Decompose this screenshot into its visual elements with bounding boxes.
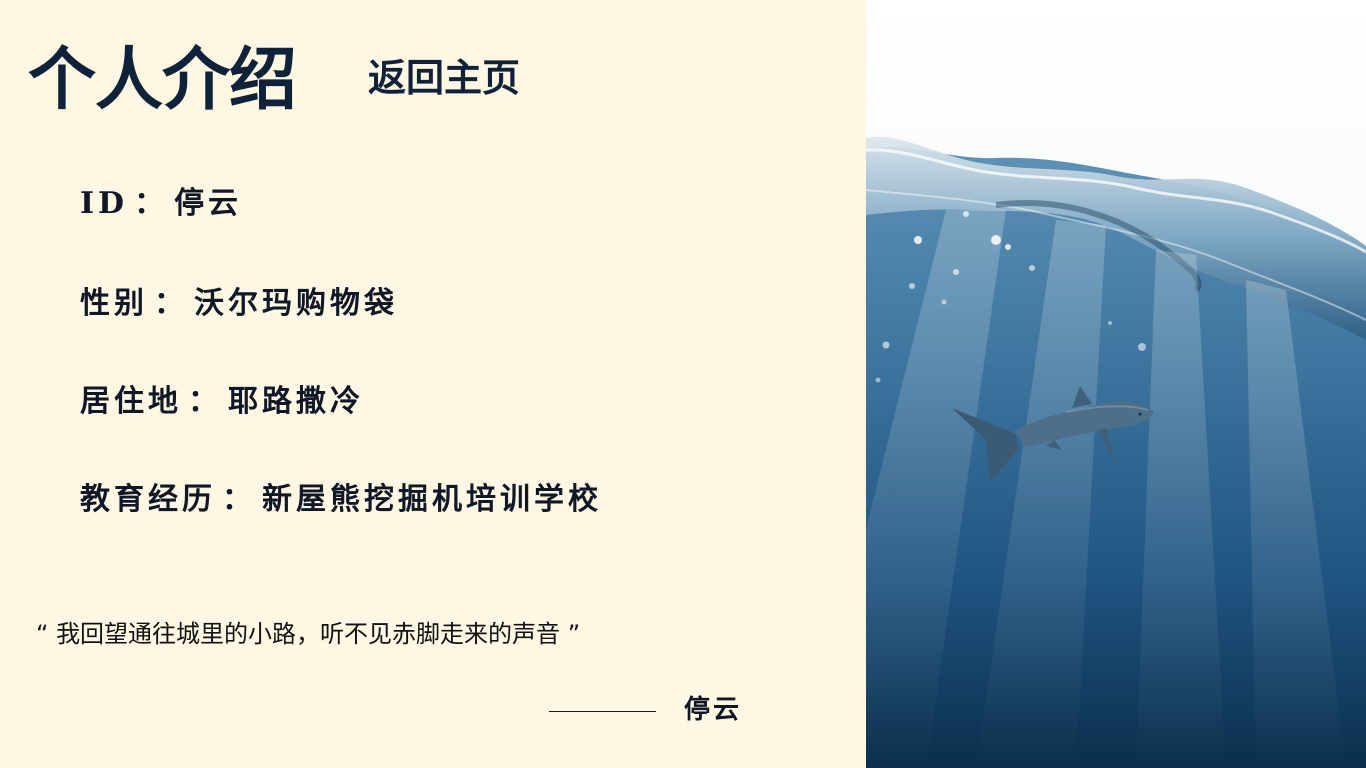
profile-label-gender: 性别 [80,286,148,321]
quote-author: 停云 [684,695,743,725]
page: 个人介绍 返回主页 ID：停云 性别：沃尔玛购物袋 居住地：耶路撒冷 教育经历：… [0,0,1366,768]
shark-photo-svg [866,0,1366,768]
profile-separator: ： [222,482,256,517]
intro-panel: 个人介绍 返回主页 ID：停云 性别：沃尔玛购物袋 居住地：耶路撒冷 教育经历：… [0,0,866,768]
page-title: 个人介绍 [28,40,297,120]
profile-separator: ： [134,186,169,221]
profile-value-residence: 耶路撒冷 [228,384,364,419]
shark-underwater-photo [866,0,1366,768]
profile-row-gender: 性别：沃尔玛购物袋 [80,282,398,326]
profile-row-id: ID：停云 [80,182,242,226]
profile-row-residence: 居住地：耶路撒冷 [80,380,364,424]
profile-value-gender: 沃尔玛购物袋 [194,286,398,321]
profile-label-residence: 居住地 [80,384,182,419]
profile-value-id: 停云 [174,186,243,221]
profile-row-education: 教育经历：新屋熊挖掘机培训学校 [80,478,602,522]
profile-label-id: ID [80,186,129,221]
signature-divider [549,711,656,712]
profile-value-education: 新屋熊挖掘机培训学校 [262,482,602,517]
profile-label-education: 教育经历 [80,482,216,517]
back-to-home-link[interactable]: 返回主页 [368,48,520,108]
quote-text: “ 我回望通往城里的小路，听不见赤脚走来的声音 ” [36,620,581,648]
profile-separator: ： [154,286,188,321]
profile-separator: ： [188,384,222,419]
